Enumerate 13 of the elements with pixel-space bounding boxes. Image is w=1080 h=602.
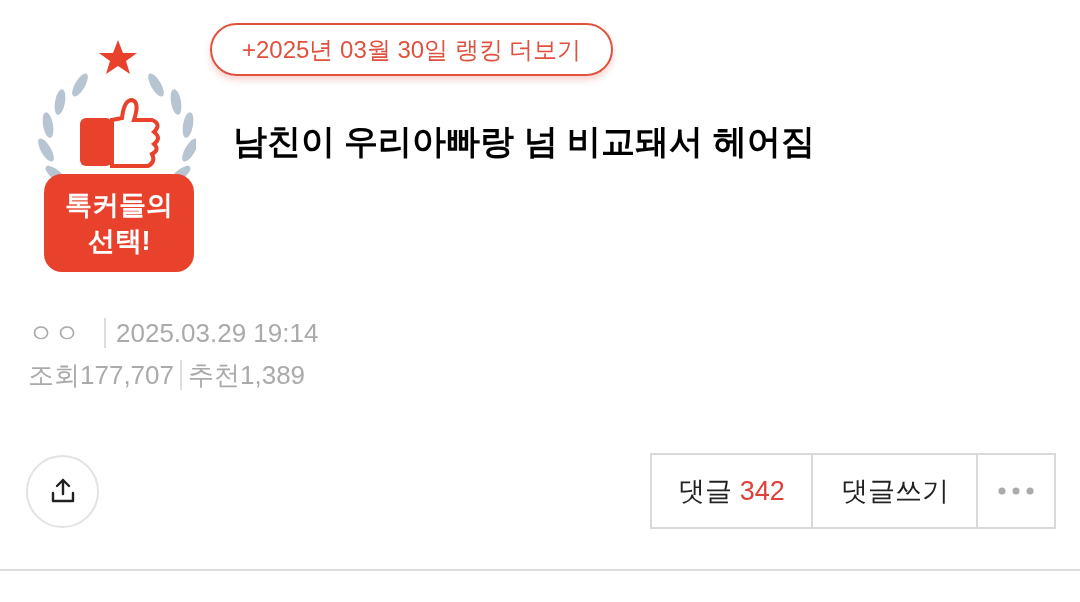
comments-button[interactable]: 댓글 342: [652, 455, 813, 527]
view-count: 조회177,707: [28, 359, 174, 392]
ranking-link[interactable]: +2025년 03월 30일 랭킹 더보기: [210, 23, 614, 76]
badge-text: 톡커들의: [65, 189, 173, 222]
author-name: ㅇㅇ: [28, 317, 81, 350]
post-datetime: 2025.03.29 19:14: [116, 317, 319, 350]
post-title: 남친이 우리아빠랑 넘 비교돼서 헤어짐: [233, 121, 815, 162]
share-button[interactable]: [26, 454, 99, 528]
write-comment-button[interactable]: 댓글쓰기: [813, 455, 978, 527]
recommend-count: 추천1,389: [188, 359, 306, 392]
badge-text: 선택!: [87, 225, 151, 258]
more-icon: [998, 487, 1034, 495]
share-icon: [49, 478, 76, 504]
